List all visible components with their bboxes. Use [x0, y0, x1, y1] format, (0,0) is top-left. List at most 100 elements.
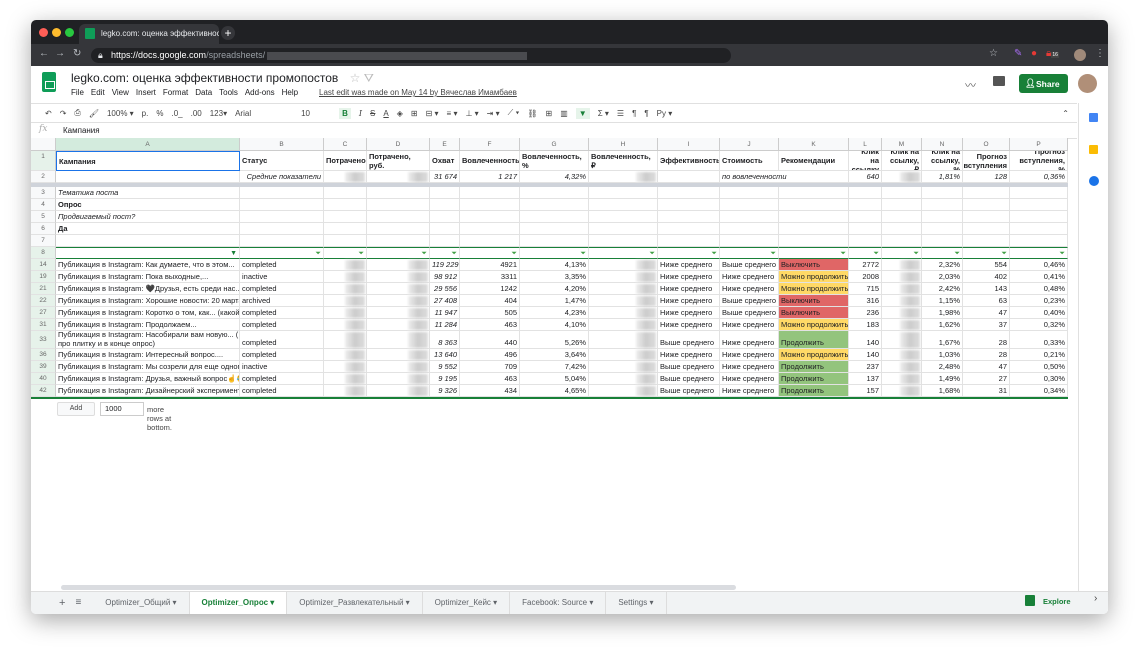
header-cell[interactable]: Кампания — [56, 151, 240, 171]
data-cell[interactable]: completed — [240, 385, 324, 397]
average-cell[interactable]: 31 674 — [430, 171, 460, 183]
column-header-h[interactable]: H — [589, 138, 658, 151]
new-tab-button[interactable]: + — [221, 26, 235, 40]
functions-button[interactable]: Σ ▾ — [598, 109, 609, 118]
column-header-g[interactable]: G — [520, 138, 589, 151]
data-cell[interactable]: 0,33% — [1010, 331, 1068, 349]
column-header-d[interactable]: D — [367, 138, 430, 151]
cell[interactable] — [922, 235, 963, 247]
menu-format[interactable]: Format — [163, 88, 188, 97]
campaign-cell[interactable]: Публикация в Instagram: 🖤Друзья, есть ср… — [56, 283, 240, 295]
data-cell[interactable]: 505 — [460, 307, 520, 319]
data-cell[interactable]: 28 — [963, 349, 1010, 361]
cell[interactable] — [1010, 235, 1068, 247]
data-cell[interactable]: 2,42% — [922, 283, 963, 295]
column-header-k[interactable]: K — [779, 138, 849, 151]
data-cell[interactable]: Ниже среднего — [720, 349, 779, 361]
back-icon[interactable]: ← — [39, 48, 49, 59]
data-cell[interactable]: 47 — [963, 361, 1010, 373]
cell[interactable] — [240, 199, 324, 211]
rtl-icon[interactable]: ¶ — [644, 109, 648, 118]
average-cell[interactable]: 640 — [849, 171, 882, 183]
data-cell[interactable]: 0,48% — [1010, 283, 1068, 295]
profile-avatar[interactable] — [1074, 49, 1086, 61]
data-cell[interactable]: 0,34% — [1010, 385, 1068, 397]
cell[interactable] — [882, 187, 922, 199]
data-cell[interactable]: 7,42% — [520, 361, 589, 373]
data-cell[interactable]: Ниже среднего — [658, 349, 720, 361]
strikethrough-button[interactable]: S — [370, 109, 375, 118]
cell[interactable] — [849, 187, 882, 199]
data-cell[interactable]: Ниже среднего — [720, 373, 779, 385]
cell[interactable] — [589, 211, 658, 223]
data-cell[interactable]: 554 — [963, 259, 1010, 271]
decrease-decimal-button[interactable]: .0_ — [171, 109, 182, 118]
data-cell[interactable]: 404 — [460, 295, 520, 307]
campaign-cell[interactable]: Публикация в Instagram: Как думаете, что… — [56, 259, 240, 271]
filter-button[interactable]: ⏷ — [922, 247, 963, 259]
print-icon[interactable]: ⎙ — [74, 108, 80, 118]
data-cell[interactable]: completed — [240, 307, 324, 319]
filter-button[interactable]: ⏷ — [1010, 247, 1068, 259]
data-cell[interactable]: completed — [240, 319, 324, 331]
cell[interactable] — [849, 211, 882, 223]
insert-chart-icon[interactable]: ▥ — [560, 109, 568, 118]
vertical-align-icon[interactable]: ⊥ ▾ — [465, 109, 478, 118]
data-cell[interactable]: 402 — [963, 271, 1010, 283]
data-cell[interactable]: 4,13% — [520, 259, 589, 271]
data-cell[interactable]: 2008 — [849, 271, 882, 283]
data-cell[interactable]: 4,20% — [520, 283, 589, 295]
tasks-icon[interactable] — [1089, 176, 1099, 186]
data-cell[interactable]: 463 — [460, 373, 520, 385]
average-cell[interactable]: 0,36% — [1010, 171, 1068, 183]
cell[interactable] — [1010, 223, 1068, 235]
cell[interactable] — [779, 223, 849, 235]
header-cell[interactable]: Клик на ссылку, % — [922, 151, 963, 171]
data-cell[interactable]: 3,35% — [520, 271, 589, 283]
calendar-icon[interactable] — [1089, 113, 1098, 122]
data-cell[interactable]: 9 552 — [430, 361, 460, 373]
data-cell[interactable]: 2,03% — [922, 271, 963, 283]
cell[interactable] — [963, 187, 1010, 199]
cell[interactable] — [658, 223, 720, 235]
cell[interactable] — [324, 199, 367, 211]
cell[interactable] — [430, 211, 460, 223]
menu-file[interactable]: File — [71, 88, 84, 97]
data-cell[interactable]: 1,68% — [922, 385, 963, 397]
add-sheet-button[interactable]: + — [31, 592, 71, 614]
url-input[interactable]: 🔒︎ https://docs.google.com/spreadsheets/ — [91, 48, 731, 63]
campaign-cell[interactable]: Публикация в Instagram: Продолжаем... — [56, 319, 240, 331]
cell[interactable] — [658, 199, 720, 211]
data-cell[interactable]: 140 — [849, 349, 882, 361]
horizontal-scrollbar[interactable] — [61, 585, 736, 590]
filter-button[interactable]: ⏷ — [589, 247, 658, 259]
cell[interactable] — [963, 235, 1010, 247]
data-cell[interactable]: 11 284 — [430, 319, 460, 331]
data-cell[interactable]: completed — [240, 373, 324, 385]
data-cell[interactable]: 2,48% — [922, 361, 963, 373]
filter-button[interactable]: ⏷ — [430, 247, 460, 259]
explore-button[interactable]: Explore — [1043, 597, 1071, 606]
font-select[interactable]: Arial — [235, 109, 293, 118]
meta-cell[interactable] — [56, 235, 240, 247]
cell[interactable] — [56, 171, 240, 183]
zoom-select[interactable]: 100% ▾ — [107, 109, 134, 118]
data-cell[interactable]: 2772 — [849, 259, 882, 271]
data-cell[interactable]: 119 229 — [430, 259, 460, 271]
data-cell[interactable]: 1,62% — [922, 319, 963, 331]
cell[interactable] — [720, 199, 779, 211]
data-cell[interactable]: 236 — [849, 307, 882, 319]
column-header-b[interactable]: B — [240, 138, 324, 151]
document-title[interactable]: legko.com: оценка эффективности промопос… — [71, 71, 374, 86]
header-cell[interactable]: Прогноз вступления — [963, 151, 1010, 171]
data-cell[interactable]: 0,30% — [1010, 373, 1068, 385]
filter-button[interactable]: ⏷ — [240, 247, 324, 259]
column-header-m[interactable]: M — [882, 138, 922, 151]
campaign-cell[interactable]: Публикация в Instagram: Мы созрели для е… — [56, 361, 240, 373]
side-panel-expand-icon[interactable]: › — [1094, 593, 1097, 604]
cell[interactable] — [658, 187, 720, 199]
cell[interactable] — [658, 235, 720, 247]
cell[interactable] — [520, 199, 589, 211]
data-cell[interactable]: 463 — [460, 319, 520, 331]
data-cell[interactable]: 0,41% — [1010, 271, 1068, 283]
